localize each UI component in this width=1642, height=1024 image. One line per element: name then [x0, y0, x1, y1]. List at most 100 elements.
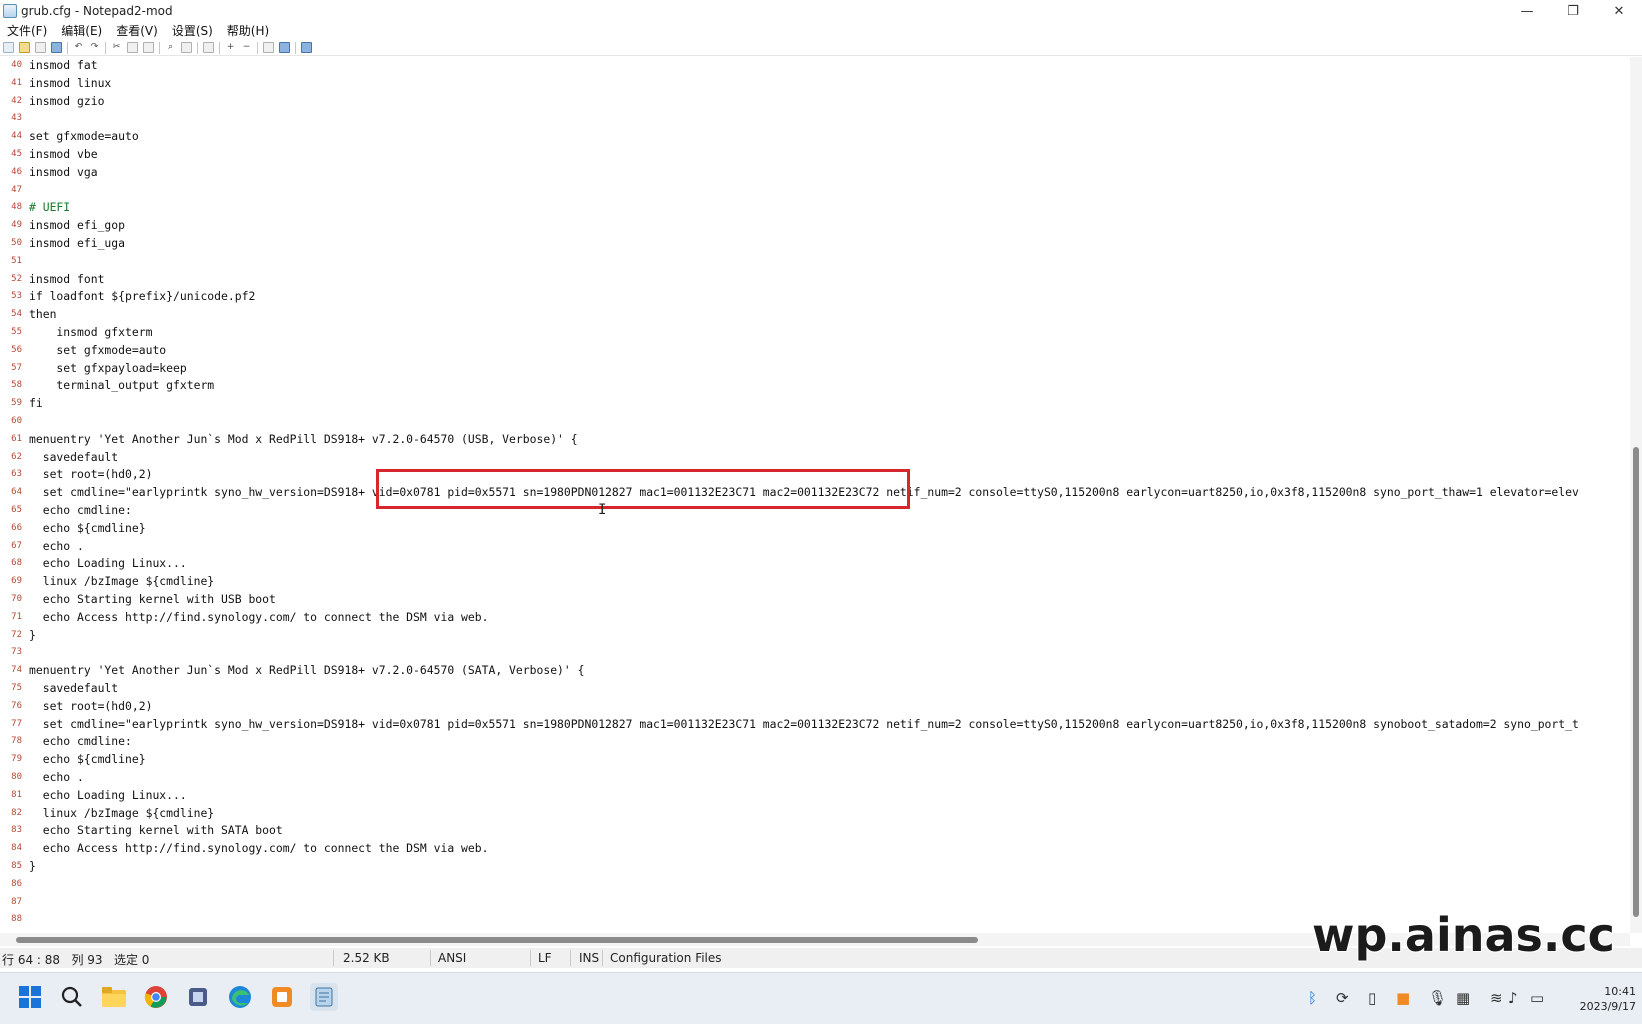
clock[interactable]: 10:41 2023/9/17 — [1566, 984, 1636, 1014]
code-line[interactable]: 49 insmod efi_gop — [0, 217, 1630, 235]
scheme-icon[interactable] — [263, 42, 274, 53]
code-line[interactable]: 41 insmod linux — [0, 75, 1630, 93]
menu-help[interactable]: 帮助(H) — [220, 22, 276, 39]
microphone-icon[interactable]: 🎙 — [1428, 989, 1447, 1007]
browse-icon[interactable] — [35, 42, 46, 53]
toolbar-separator — [159, 41, 160, 54]
input-method-icon[interactable]: ▦ — [1456, 989, 1470, 1007]
code-line[interactable]: 43 — [0, 110, 1630, 128]
code-line[interactable]: 81 echo Loading Linux... — [0, 787, 1630, 805]
edge-icon[interactable] — [226, 983, 254, 1011]
close-button[interactable]: ✕ — [1596, 0, 1642, 22]
code-line[interactable]: 48 # UEFI — [0, 199, 1630, 217]
redo-icon[interactable]: ↷ — [89, 42, 100, 53]
code-line[interactable]: 78 echo cmdline: — [0, 733, 1630, 751]
code-line[interactable]: 72} — [0, 627, 1630, 645]
maximize-button[interactable]: ❐ — [1550, 0, 1596, 22]
code-line[interactable]: 59 fi — [0, 395, 1630, 413]
file-explorer-icon[interactable] — [100, 983, 128, 1011]
code-line[interactable]: 40 insmod fat — [0, 57, 1630, 75]
code-line[interactable]: 65 echo cmdline: — [0, 502, 1630, 520]
code-line[interactable]: 70 echo Starting kernel with USB boot — [0, 591, 1630, 609]
editor-area[interactable]: 40 insmod fat 41 insmod linux 42 insmod gzio 4… — [0, 57, 1630, 933]
code-line[interactable]: 45 insmod vbe — [0, 146, 1630, 164]
code-line[interactable]: 73 — [0, 644, 1630, 662]
code-line[interactable]: 71 echo Access http://find.synology.com/… — [0, 609, 1630, 627]
code-line[interactable]: 83 echo Starting kernel with SATA boot — [0, 822, 1630, 840]
code-line[interactable]: 47 — [0, 182, 1630, 200]
code-line[interactable]: 86 — [0, 876, 1630, 894]
menu-file[interactable]: 文件(F) — [0, 22, 54, 39]
code-line[interactable]: 51 — [0, 253, 1630, 271]
code-line[interactable]: 63 set root=(hd0,2) — [0, 466, 1630, 484]
battery-icon[interactable]: ▭ — [1530, 989, 1544, 1007]
wifi-icon[interactable]: ≋ — [1490, 989, 1503, 1007]
usb-icon[interactable]: ▯ — [1368, 989, 1376, 1007]
code-line[interactable]: 84 echo Access http://find.synology.com/… — [0, 840, 1630, 858]
windows-start-icon[interactable] — [16, 983, 44, 1011]
code-line[interactable]: 82 linux /bzImage ${cmdline} — [0, 805, 1630, 823]
status-encoding[interactable]: ANSI — [438, 951, 466, 965]
menu-view[interactable]: 查看(V) — [109, 22, 165, 39]
save-icon[interactable] — [51, 42, 62, 53]
app-orange-icon[interactable] — [268, 983, 296, 1011]
code-line[interactable]: 66 echo ${cmdline} — [0, 520, 1630, 538]
code-line[interactable]: 44 set gfxmode=auto — [0, 128, 1630, 146]
menu-edit[interactable]: 编辑(E) — [54, 22, 109, 39]
sync-icon[interactable]: ⟳ — [1336, 989, 1349, 1007]
code-line[interactable]: 60 — [0, 413, 1630, 431]
code-line[interactable]: 46 insmod vga — [0, 164, 1630, 182]
zoom-in-icon[interactable]: + — [225, 42, 236, 53]
horizontal-scroll-thumb[interactable] — [16, 937, 978, 943]
chrome-icon[interactable] — [142, 983, 170, 1011]
code-line[interactable]: 74 menuentry 'Yet Another Jun`s Mod x Red… — [0, 662, 1630, 680]
settings-icon[interactable] — [301, 42, 312, 53]
bluetooth-icon[interactable]: ᛒ — [1308, 989, 1317, 1007]
menu-settings[interactable]: 设置(S) — [165, 22, 220, 39]
code-line[interactable]: 64 set cmdline="earlyprintk syno_hw_vers… — [0, 484, 1630, 502]
app-icon[interactable] — [184, 983, 212, 1011]
line-text: echo Loading Linux... — [29, 787, 187, 802]
open-folder-icon[interactable] — [19, 42, 30, 53]
new-file-icon[interactable] — [3, 42, 14, 53]
line-text: linux /bzImage ${cmdline} — [29, 805, 215, 820]
code-line[interactable]: 55 insmod gfxterm — [0, 324, 1630, 342]
app-tray-icon[interactable]: ■ — [1396, 989, 1410, 1007]
notepad-icon[interactable] — [310, 983, 338, 1011]
code-line[interactable]: 52 insmod font — [0, 271, 1630, 289]
code-line[interactable]: 57 set gfxpayload=keep — [0, 360, 1630, 378]
code-line[interactable]: 62 savedefault — [0, 449, 1630, 467]
code-line[interactable]: 54 then — [0, 306, 1630, 324]
code-line[interactable]: 80 echo . — [0, 769, 1630, 787]
code-line[interactable]: 79 echo ${cmdline} — [0, 751, 1630, 769]
code-line[interactable]: 69 linux /bzImage ${cmdline} — [0, 573, 1630, 591]
customize-icon[interactable] — [279, 42, 290, 53]
code-line[interactable]: 67 echo . — [0, 538, 1630, 556]
minimize-button[interactable]: — — [1504, 0, 1550, 22]
code-line[interactable]: 61 menuentry 'Yet Another Jun`s Mod x Red… — [0, 431, 1630, 449]
paste-icon[interactable] — [143, 42, 154, 53]
undo-icon[interactable]: ↶ — [73, 42, 84, 53]
code-line[interactable]: 77 set cmdline="earlyprintk syno_hw_vers… — [0, 716, 1630, 734]
volume-icon[interactable]: ♪ — [1508, 989, 1518, 1007]
code-line[interactable]: 75 savedefault — [0, 680, 1630, 698]
search-icon[interactable] — [58, 983, 86, 1011]
replace-icon[interactable] — [181, 42, 192, 53]
status-scheme[interactable]: Configuration Files — [610, 951, 722, 965]
code-line[interactable]: 53 if loadfont ${prefix}/unicode.pf2 — [0, 288, 1630, 306]
code-line[interactable]: 42 insmod gzio — [0, 93, 1630, 111]
code-line[interactable]: 58 terminal_output gfxterm — [0, 377, 1630, 395]
word-wrap-icon[interactable] — [203, 42, 214, 53]
code-line[interactable]: 50 insmod efi_uga — [0, 235, 1630, 253]
zoom-out-icon[interactable]: − — [241, 42, 252, 53]
vertical-scrollbar[interactable] — [1630, 57, 1642, 933]
code-line[interactable]: 85} — [0, 858, 1630, 876]
vertical-scroll-thumb[interactable] — [1633, 447, 1639, 917]
status-line-endings[interactable]: LF — [538, 951, 552, 965]
copy-icon[interactable] — [127, 42, 138, 53]
cut-icon[interactable]: ✂ — [111, 42, 122, 53]
code-line[interactable]: 56 set gfxmode=auto — [0, 342, 1630, 360]
code-line[interactable]: 68 echo Loading Linux... — [0, 555, 1630, 573]
find-icon[interactable]: ⌕ — [165, 42, 176, 53]
code-line[interactable]: 76 set root=(hd0,2) — [0, 698, 1630, 716]
